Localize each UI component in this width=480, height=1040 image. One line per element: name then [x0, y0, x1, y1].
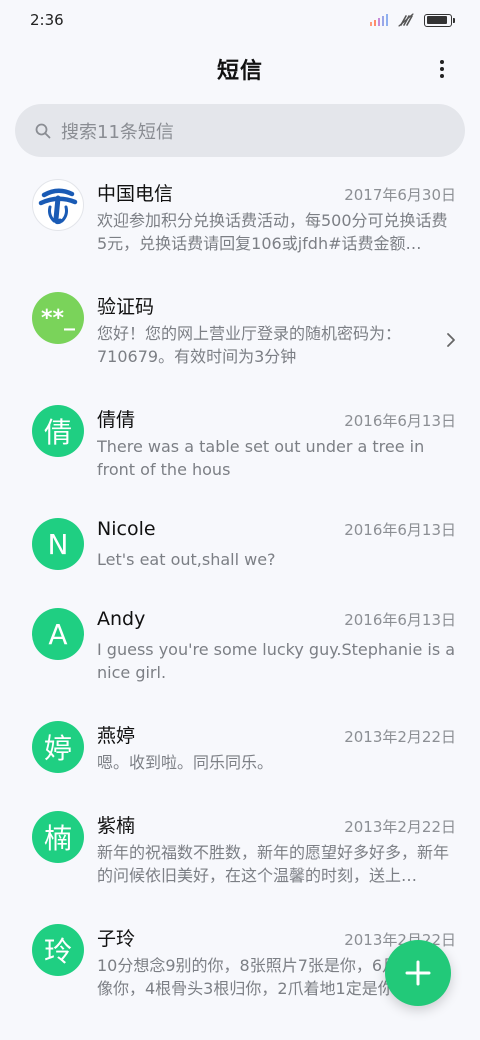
message-date: 2013年2月22日: [344, 818, 456, 836]
message-item[interactable]: A Andy 2016年6月13日 I guess you're some lu…: [0, 608, 480, 721]
message-content: 燕婷 2013年2月22日 嗯。收到啦。同乐同乐。: [97, 721, 456, 811]
chevron-right-icon[interactable]: [446, 332, 456, 348]
app-header: 短信: [0, 40, 480, 98]
status-bar: 2:36: [0, 0, 480, 40]
verification-code-icon: **_: [40, 305, 75, 331]
message-item[interactable]: N Nicole 2016年6月13日 Let's eat out,shall …: [0, 518, 480, 608]
avatar-letter: 倩: [43, 416, 72, 449]
wifi-off-icon: [398, 13, 414, 27]
contact-name: 燕婷: [97, 725, 136, 747]
message-list: 中国电信 2017年6月30日 欢迎参加积分兑换话费活动，每500分可兑换话费5…: [0, 179, 480, 1037]
message-date: 2016年6月13日: [344, 611, 456, 629]
search-icon: [35, 123, 51, 138]
message-date: 2017年6月30日: [344, 186, 456, 204]
message-preview: 您好！您的网上营业厅登录的随机密码为：710679。有效时间为3分钟: [97, 324, 402, 366]
message-item[interactable]: 婷 燕婷 2013年2月22日 嗯。收到啦。同乐同乐。: [0, 721, 480, 811]
avatar: [32, 179, 84, 231]
search-input[interactable]: 搜索11条短信: [15, 104, 465, 157]
message-date: 2016年6月13日: [344, 521, 456, 539]
message-content: Nicole 2016年6月13日 Let's eat out,shall we…: [97, 518, 456, 608]
message-item[interactable]: **_ 验证码 您好！您的网上营业厅登录的随机密码为：710679。有效时间为3…: [0, 292, 480, 405]
message-content: 倩倩 2016年6月13日 There was a table set out …: [97, 405, 456, 518]
plus-icon: [405, 960, 431, 986]
status-icons: [370, 13, 455, 27]
china-telecom-logo-icon: [38, 188, 78, 225]
page-title: 短信: [216, 59, 263, 84]
avatar: 婷: [32, 721, 84, 773]
message-preview: 嗯。收到啦。同乐同乐。: [97, 753, 274, 772]
avatar: 倩: [32, 405, 84, 457]
battery-level: [426, 16, 448, 24]
contact-name: 子玲: [97, 928, 136, 950]
avatar-letter: N: [47, 527, 69, 561]
message-content: 紫楠 2013年2月22日 新年的祝福数不胜数，新年的愿望好多好多，新年的问候依…: [97, 811, 456, 924]
message-preview: I guess you're some lucky guy.Stephanie …: [97, 640, 456, 682]
contact-name: 紫楠: [97, 815, 136, 837]
battery-icon: [424, 13, 455, 27]
contact-name: Nicole: [97, 518, 156, 540]
screen: 2:36 短信 搜索11条短信 中国电信 2017年6月30日 欢迎参加积分兑换…: [0, 0, 480, 1040]
message-preview: There was a table set out under a tree i…: [97, 437, 425, 479]
message-item[interactable]: 中国电信 2017年6月30日 欢迎参加积分兑换话费活动，每500分可兑换话费5…: [0, 179, 480, 292]
message-date: 2013年2月22日: [344, 728, 456, 746]
new-message-button[interactable]: [385, 940, 451, 1006]
message-preview: 新年的祝福数不胜数，新年的愿望好多好多，新年的问候依旧美好，在这个温馨的时刻，送…: [97, 843, 450, 885]
message-item[interactable]: 楠 紫楠 2013年2月22日 新年的祝福数不胜数，新年的愿望好多好多，新年的问…: [0, 811, 480, 924]
more-options-button[interactable]: [432, 55, 452, 83]
signal-icon: [370, 14, 388, 26]
message-preview: Let's eat out,shall we?: [97, 550, 276, 569]
avatar: **_: [32, 292, 84, 344]
contact-name: 倩倩: [97, 409, 136, 431]
message-content: 验证码 您好！您的网上营业厅登录的随机密码为：710679。有效时间为3分钟: [97, 292, 456, 405]
message-content: Andy 2016年6月13日 I guess you're some luck…: [97, 608, 456, 721]
contact-name: 验证码: [97, 296, 155, 318]
avatar-letter: 婷: [43, 732, 72, 765]
avatar: N: [32, 518, 84, 570]
avatar-letter: A: [48, 617, 68, 651]
contact-name: Andy: [97, 608, 146, 630]
message-preview: 欢迎参加积分兑换话费活动，每500分可兑换话费5元，兑换话费请回复106或jfd…: [97, 211, 448, 253]
avatar: 玲: [32, 924, 84, 976]
message-item[interactable]: 倩 倩倩 2016年6月13日 There was a table set ou…: [0, 405, 480, 518]
status-time: 2:36: [30, 11, 64, 29]
message-content: 中国电信 2017年6月30日 欢迎参加积分兑换话费活动，每500分可兑换话费5…: [97, 179, 456, 292]
message-date: 2016年6月13日: [344, 412, 456, 430]
avatar: 楠: [32, 811, 84, 863]
contact-name: 中国电信: [97, 183, 174, 205]
search-placeholder: 搜索11条短信: [61, 121, 174, 143]
avatar-letter: 楠: [43, 822, 72, 855]
avatar-letter: 玲: [43, 935, 72, 968]
avatar: A: [32, 608, 84, 660]
more-vertical-icon: [440, 60, 444, 64]
